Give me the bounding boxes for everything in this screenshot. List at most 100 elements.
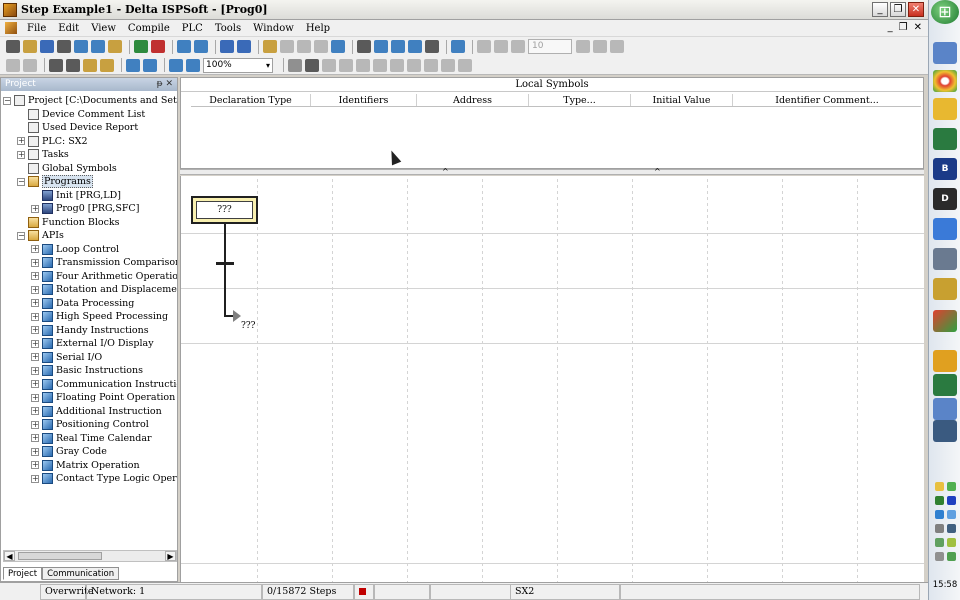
tray-icon[interactable] <box>935 524 944 533</box>
tray-icon[interactable] <box>935 538 944 547</box>
network-app-icon[interactable] <box>933 248 957 270</box>
column-type[interactable]: Type... <box>529 94 631 106</box>
mdi-close-button[interactable]: ✕ <box>914 22 922 33</box>
app-window-3-icon[interactable] <box>933 398 957 420</box>
tree-node[interactable]: + Matrix Operation <box>3 459 177 473</box>
tree-node[interactable]: + Positioning Control <box>3 418 177 432</box>
expand-icon[interactable]: + <box>31 204 39 213</box>
menu-window[interactable]: Window <box>247 23 300 34</box>
tray-icon[interactable] <box>947 524 956 533</box>
folder-app-icon[interactable] <box>933 98 957 120</box>
zoom-in-icon[interactable] <box>169 58 183 72</box>
tab-communication[interactable]: Communication <box>42 567 120 580</box>
layout-icon[interactable] <box>74 40 88 53</box>
expand-icon[interactable]: + <box>31 461 39 470</box>
ispsoft-taskbar-icon[interactable] <box>933 310 957 332</box>
tree-node[interactable]: + Handy Instructions <box>3 324 177 338</box>
print-icon[interactable] <box>57 40 71 53</box>
tree-node[interactable]: − Programs <box>3 175 177 189</box>
tray-icon[interactable] <box>947 538 956 547</box>
mdi-minimize-button[interactable]: _ <box>888 22 893 33</box>
upload-icon[interactable] <box>194 40 208 53</box>
bop-app-icon[interactable]: B <box>933 158 957 180</box>
online-icon[interactable] <box>220 40 234 53</box>
tray-icon[interactable] <box>947 552 956 561</box>
expand-icon[interactable]: + <box>17 137 25 146</box>
expand-icon[interactable]: + <box>31 420 39 429</box>
tool-icon[interactable] <box>357 40 371 53</box>
tree-node[interactable]: + Contact Type Logic Operation <box>3 472 177 486</box>
expand-icon[interactable]: + <box>31 366 39 375</box>
tree-node[interactable]: + High Speed Processing <box>3 310 177 324</box>
app-window-2-icon[interactable] <box>933 374 957 396</box>
new-file-icon[interactable] <box>6 40 20 53</box>
tree-node[interactable]: Used Device Report <box>3 121 177 135</box>
sfc-transition[interactable] <box>216 262 234 265</box>
collapse-icon[interactable]: − <box>3 96 11 105</box>
replace-icon[interactable] <box>408 40 422 53</box>
view-icon[interactable] <box>91 40 105 53</box>
column-identifier-comment[interactable]: Identifier Comment... <box>733 94 921 106</box>
menu-tools[interactable]: Tools <box>209 23 247 34</box>
stack-app-icon[interactable] <box>933 278 957 300</box>
collapse-icon[interactable]: − <box>17 231 25 240</box>
tree-node[interactable]: + Communication Instructions <box>3 378 177 392</box>
tray-icon[interactable] <box>935 552 944 561</box>
pin-close-icon[interactable]: ᵽ ✕ <box>157 78 173 91</box>
expand-icon[interactable]: + <box>31 447 39 456</box>
menu-compile[interactable]: Compile <box>122 23 176 34</box>
stop-icon[interactable] <box>151 40 165 53</box>
replace-in-project-icon[interactable] <box>143 58 157 72</box>
expand-icon[interactable]: + <box>31 272 39 281</box>
expand-icon[interactable]: + <box>31 245 39 254</box>
tree-node[interactable]: + External I/O Display <box>3 337 177 351</box>
minimize-button[interactable]: _ <box>872 2 888 17</box>
app-window-1-icon[interactable] <box>933 350 957 372</box>
tree-node[interactable]: − APIs <box>3 229 177 243</box>
expand-icon[interactable]: + <box>17 150 25 159</box>
sfc-step-icon[interactable] <box>288 58 302 72</box>
scroll-right-icon[interactable]: ▶ <box>165 551 176 561</box>
expand-icon[interactable]: + <box>31 299 39 308</box>
copy-icon[interactable] <box>66 58 80 72</box>
device-icon[interactable] <box>425 40 439 53</box>
menu-help[interactable]: Help <box>300 23 336 34</box>
sfc-jump-arrow-icon[interactable] <box>233 310 241 322</box>
tray-icon[interactable] <box>947 496 956 505</box>
tray-icon[interactable] <box>935 482 944 491</box>
menu-view[interactable]: View <box>85 23 122 34</box>
start-button[interactable]: ⊞ <box>931 0 959 24</box>
expand-icon[interactable]: + <box>31 312 39 321</box>
app-window-active-icon[interactable] <box>933 420 957 442</box>
tree-node[interactable]: + Gray Code <box>3 445 177 459</box>
calculator-icon[interactable] <box>933 42 957 64</box>
pane-splitter[interactable]: ^ ^ <box>180 167 924 176</box>
expand-icon[interactable]: + <box>31 339 39 348</box>
close-button[interactable]: ✕ <box>908 2 924 17</box>
tree-node[interactable]: + Additional Instruction <box>3 405 177 419</box>
tree-node[interactable]: Init [PRG,LD] <box>3 189 177 203</box>
scroll-left-icon[interactable]: ◀ <box>4 551 15 561</box>
restore-button[interactable]: ❐ <box>890 2 906 17</box>
tray-icon[interactable] <box>947 482 956 491</box>
dop-app-icon[interactable]: D <box>933 188 957 210</box>
settings-icon[interactable] <box>108 40 122 53</box>
expand-icon[interactable]: + <box>31 474 39 483</box>
tree-node[interactable]: + Tasks <box>3 148 177 162</box>
tree-node[interactable]: Global Symbols <box>3 162 177 176</box>
find-in-project-icon[interactable] <box>126 58 140 72</box>
tray-icon[interactable] <box>935 510 944 519</box>
zoom-select[interactable]: 100% ▾ <box>203 57 273 73</box>
tree-node[interactable]: + Serial I/O <box>3 351 177 365</box>
tree-node[interactable]: + Data Processing <box>3 297 177 311</box>
tab-project[interactable]: Project <box>3 567 43 580</box>
diagnostic-icon[interactable] <box>331 40 345 53</box>
expand-icon[interactable]: + <box>31 326 39 335</box>
network-icon[interactable] <box>451 40 465 53</box>
collapse-up-icon-2[interactable]: ^ <box>654 167 661 176</box>
scan-value-spinner[interactable]: 10 <box>528 39 572 54</box>
find-icon[interactable] <box>391 40 405 53</box>
cut-icon[interactable] <box>49 58 63 72</box>
tree-node[interactable]: + Loop Control <box>3 243 177 257</box>
expand-icon[interactable]: + <box>31 353 39 362</box>
